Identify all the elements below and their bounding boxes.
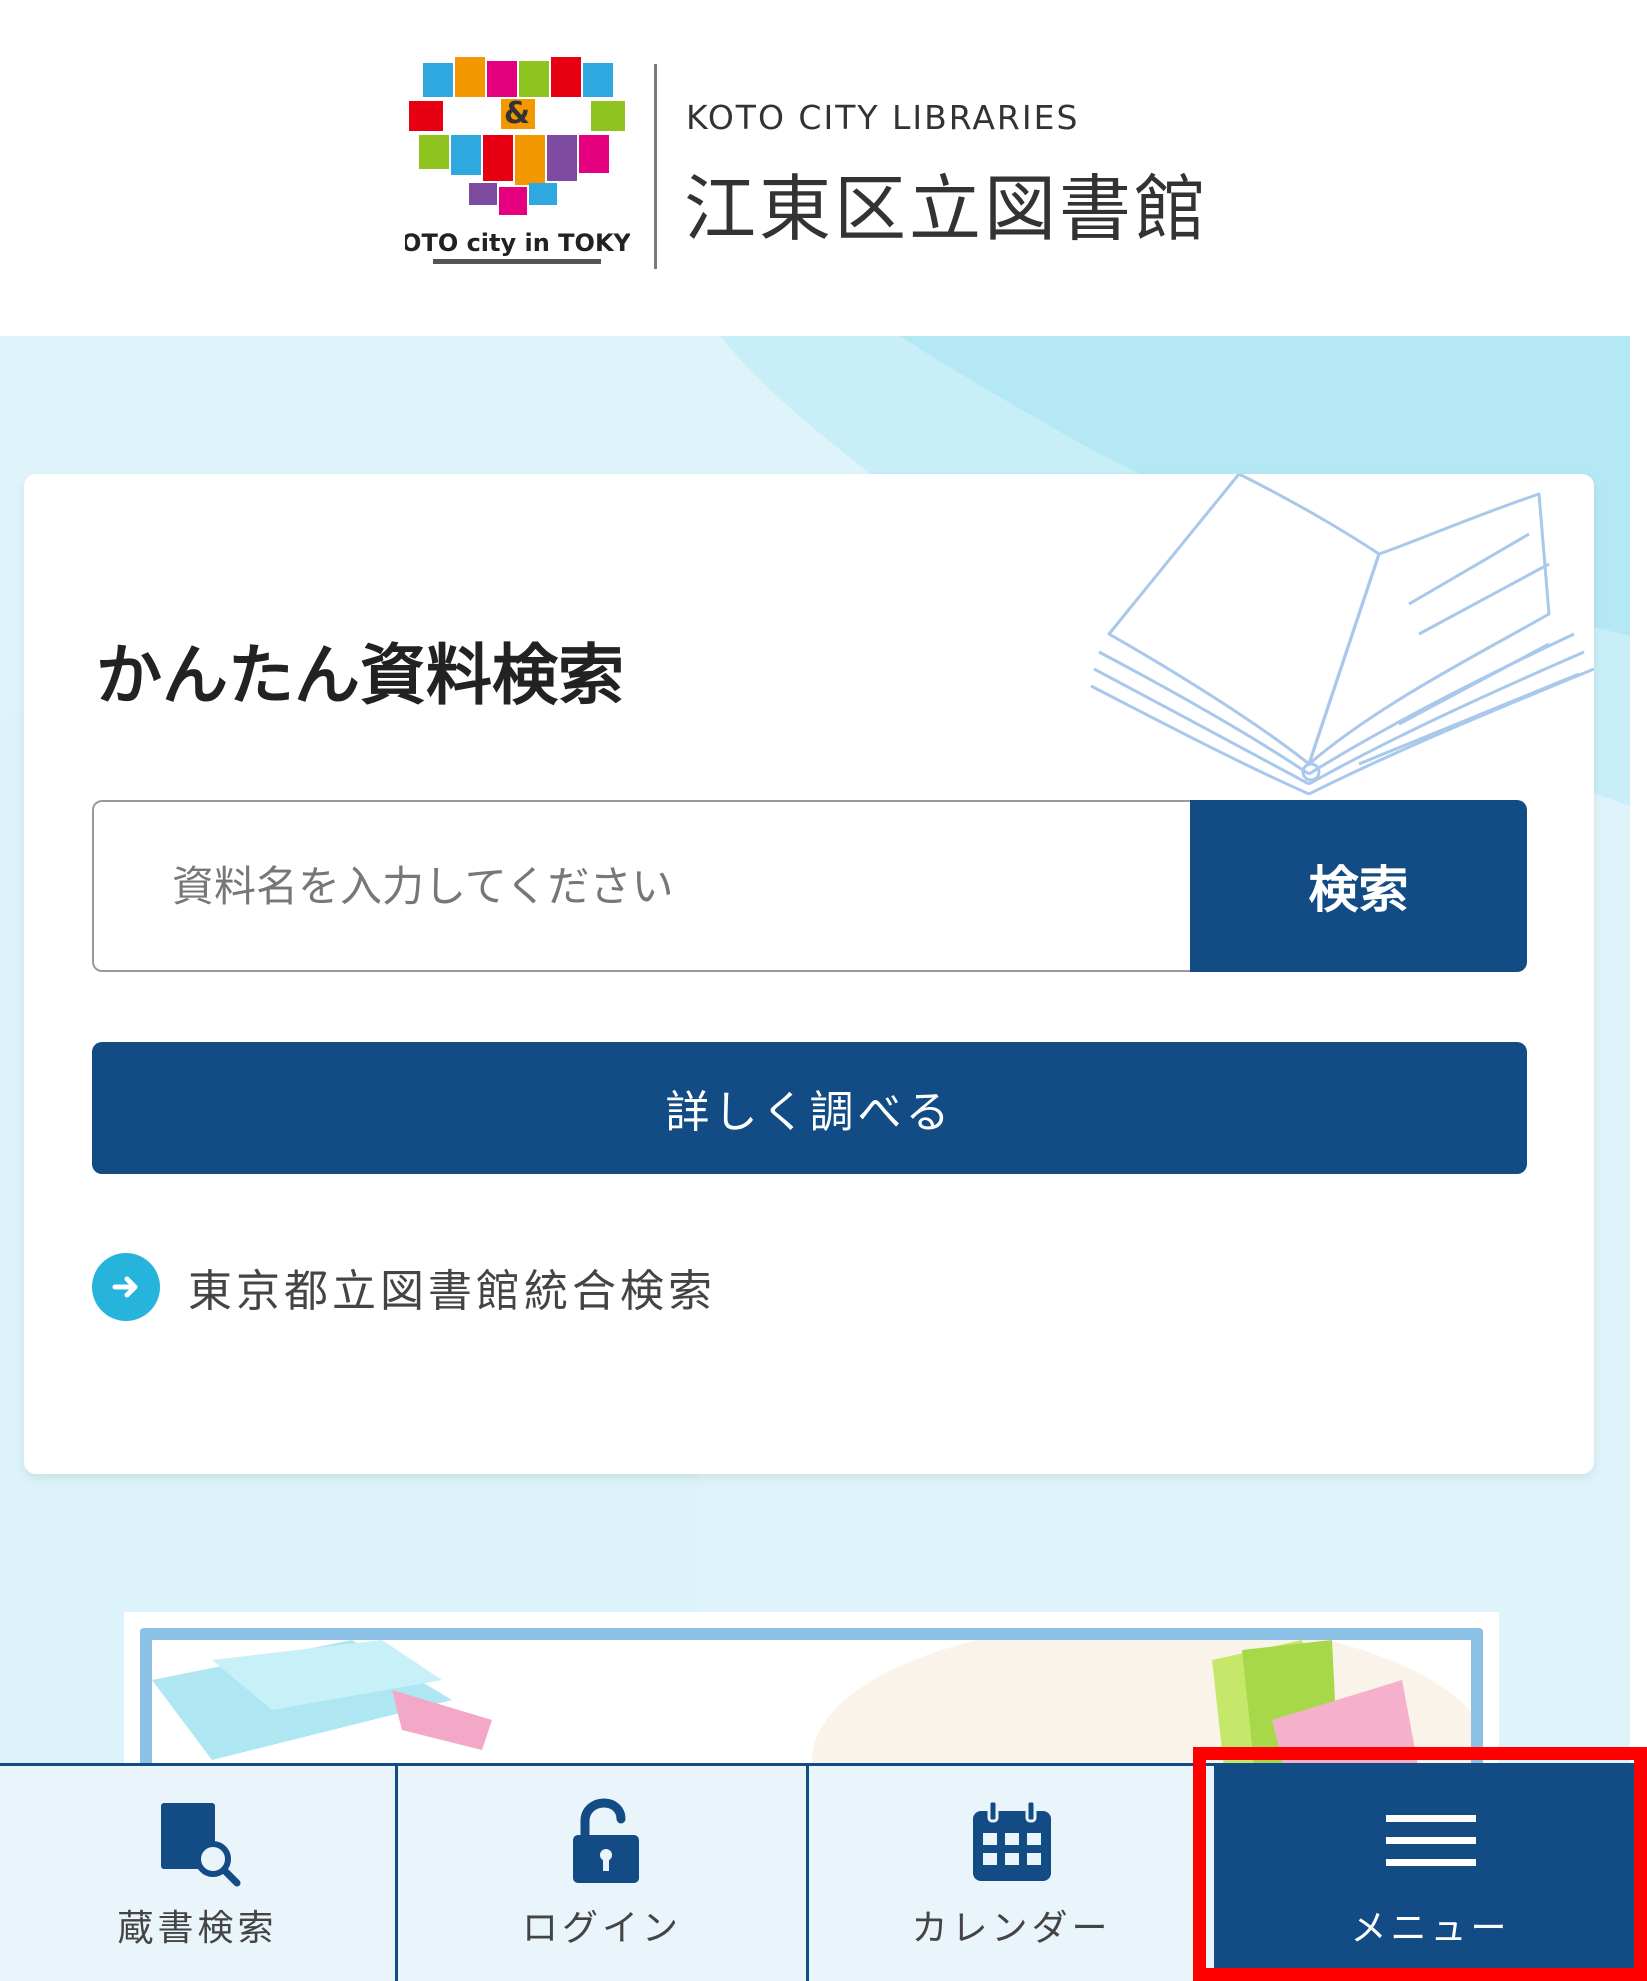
arrow-right-circle-icon: [92, 1253, 160, 1321]
hamburger-menu-icon: [1385, 1797, 1476, 1887]
nav-item-menu[interactable]: メニュー: [1214, 1766, 1647, 1981]
svg-text:KOTO city in TOKYO: KOTO city in TOKYO: [405, 229, 630, 257]
site-header: & KOTO city in TOKYO KOTO CITY LIBRARIES…: [0, 0, 1647, 336]
library-name-en: KOTO CITY LIBRARIES: [686, 98, 1080, 137]
nav-item-login[interactable]: ログイン: [398, 1766, 809, 1981]
library-name-ja[interactable]: 江東区立図書館: [684, 150, 1209, 255]
svg-text:&: &: [504, 96, 530, 131]
simple-search-title: かんたん資料検索: [96, 637, 624, 714]
search-input[interactable]: [92, 800, 1217, 972]
nav-item-calendar[interactable]: カレンダー: [809, 1766, 1214, 1981]
unlock-icon: [557, 1797, 647, 1887]
koto-city-sports-logo[interactable]: & KOTO city in TOKYO: [384, 55, 650, 270]
nav-label-calendar: カレンダー: [911, 1907, 1112, 1949]
nav-label-menu: メニュー: [1350, 1907, 1511, 1949]
logo-divider: [654, 64, 657, 269]
bottom-navigation: 蔵書検索 ログイン カレンダー メニュー: [0, 1763, 1647, 1981]
calendar-icon: [967, 1797, 1057, 1887]
book-search-icon: [153, 1797, 243, 1887]
nav-label-login: ログイン: [521, 1907, 682, 1949]
nav-item-collection-search[interactable]: 蔵書検索: [0, 1766, 398, 1981]
advanced-search-button[interactable]: 詳しく調べる: [92, 1042, 1527, 1174]
nav-label-collection-search: 蔵書検索: [117, 1907, 278, 1949]
open-book-illustration: [1090, 474, 1594, 796]
simple-search-card: かんたん資料検索 検索 詳しく調べる 東京都立図書館統合検索: [24, 474, 1594, 1474]
external-link-label: 東京都立図書館統合検索: [188, 1266, 716, 1317]
search-button[interactable]: 検索: [1190, 800, 1527, 972]
tokyo-metropolitan-library-search-link[interactable]: 東京都立図書館統合検索: [92, 1252, 716, 1322]
